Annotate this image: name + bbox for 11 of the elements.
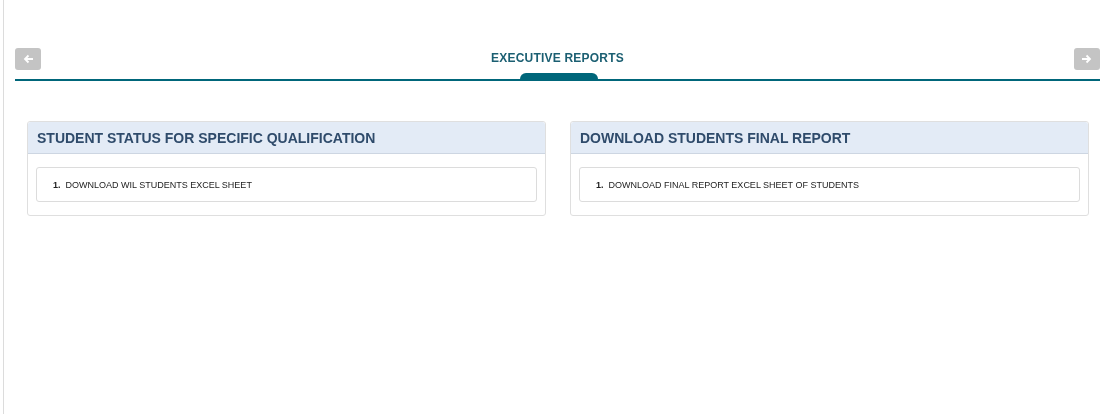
page-title: EXECUTIVE REPORTS [491,51,624,65]
panel-title: DOWNLOAD STUDENTS FINAL REPORT [571,122,1088,154]
arrow-left-icon [22,54,34,64]
arrow-right-icon [1081,54,1093,64]
download-link[interactable]: DOWNLOAD FINAL REPORT EXCEL SHEET OF STUDENTS [608,179,859,190]
list-number: 1. [53,179,61,190]
panel-title: STUDENT STATUS FOR SPECIFIC QUALIFICATION [28,122,545,154]
download-link[interactable]: DOWNLOAD WIL STUDENTS EXCEL SHEET [65,179,252,190]
list-number: 1. [596,179,604,190]
previous-button[interactable] [15,48,41,70]
next-button[interactable] [1074,48,1100,70]
